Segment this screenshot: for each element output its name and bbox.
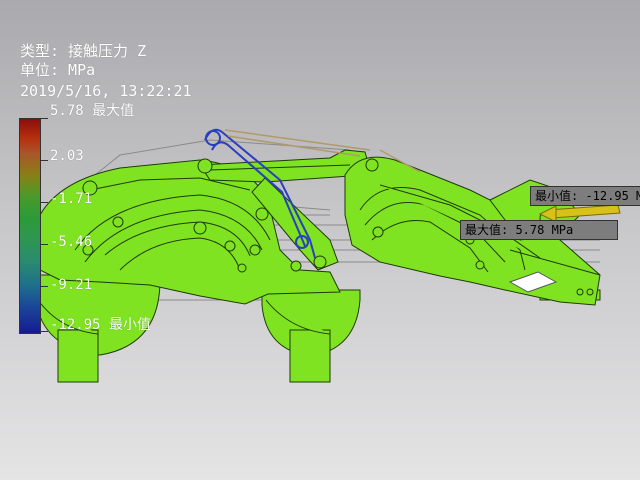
legend-tick-label: -5.46 <box>50 234 93 250</box>
result-type-label: 类型: 接触压力 Z <box>20 42 147 60</box>
color-legend-bar <box>19 118 41 334</box>
result-timestamp: 2019/5/16, 13:22:21 <box>20 82 192 100</box>
fea-model-view[interactable] <box>0 0 640 480</box>
legend-tick-mark <box>40 202 48 203</box>
result-unit-label: 单位: MPa <box>20 61 96 79</box>
legend-min-label: -12.95 最小值 <box>50 317 152 333</box>
legend-tick-mark <box>40 244 48 245</box>
graphics-viewport[interactable]: 类型: 接触压力 Z 单位: MPa 2019/5/16, 13:22:21 5… <box>0 0 640 480</box>
legend-tick-mark <box>40 286 48 287</box>
min-value-probe[interactable]: 最小值: -12.95 M <box>530 186 640 206</box>
legend-tick-mark <box>40 160 48 161</box>
legend-max-label: 5.78 最大值 <box>50 103 135 119</box>
legend-tick-mark <box>40 331 48 332</box>
legend-tick-label: -9.21 <box>50 277 93 293</box>
legend-tick-label: 2.03 <box>50 148 84 164</box>
legend-tick-label: -1.71 <box>50 191 93 207</box>
max-value-probe[interactable]: 最大值: 5.78 MPa <box>460 220 618 240</box>
legend-tick-mark <box>40 118 48 119</box>
